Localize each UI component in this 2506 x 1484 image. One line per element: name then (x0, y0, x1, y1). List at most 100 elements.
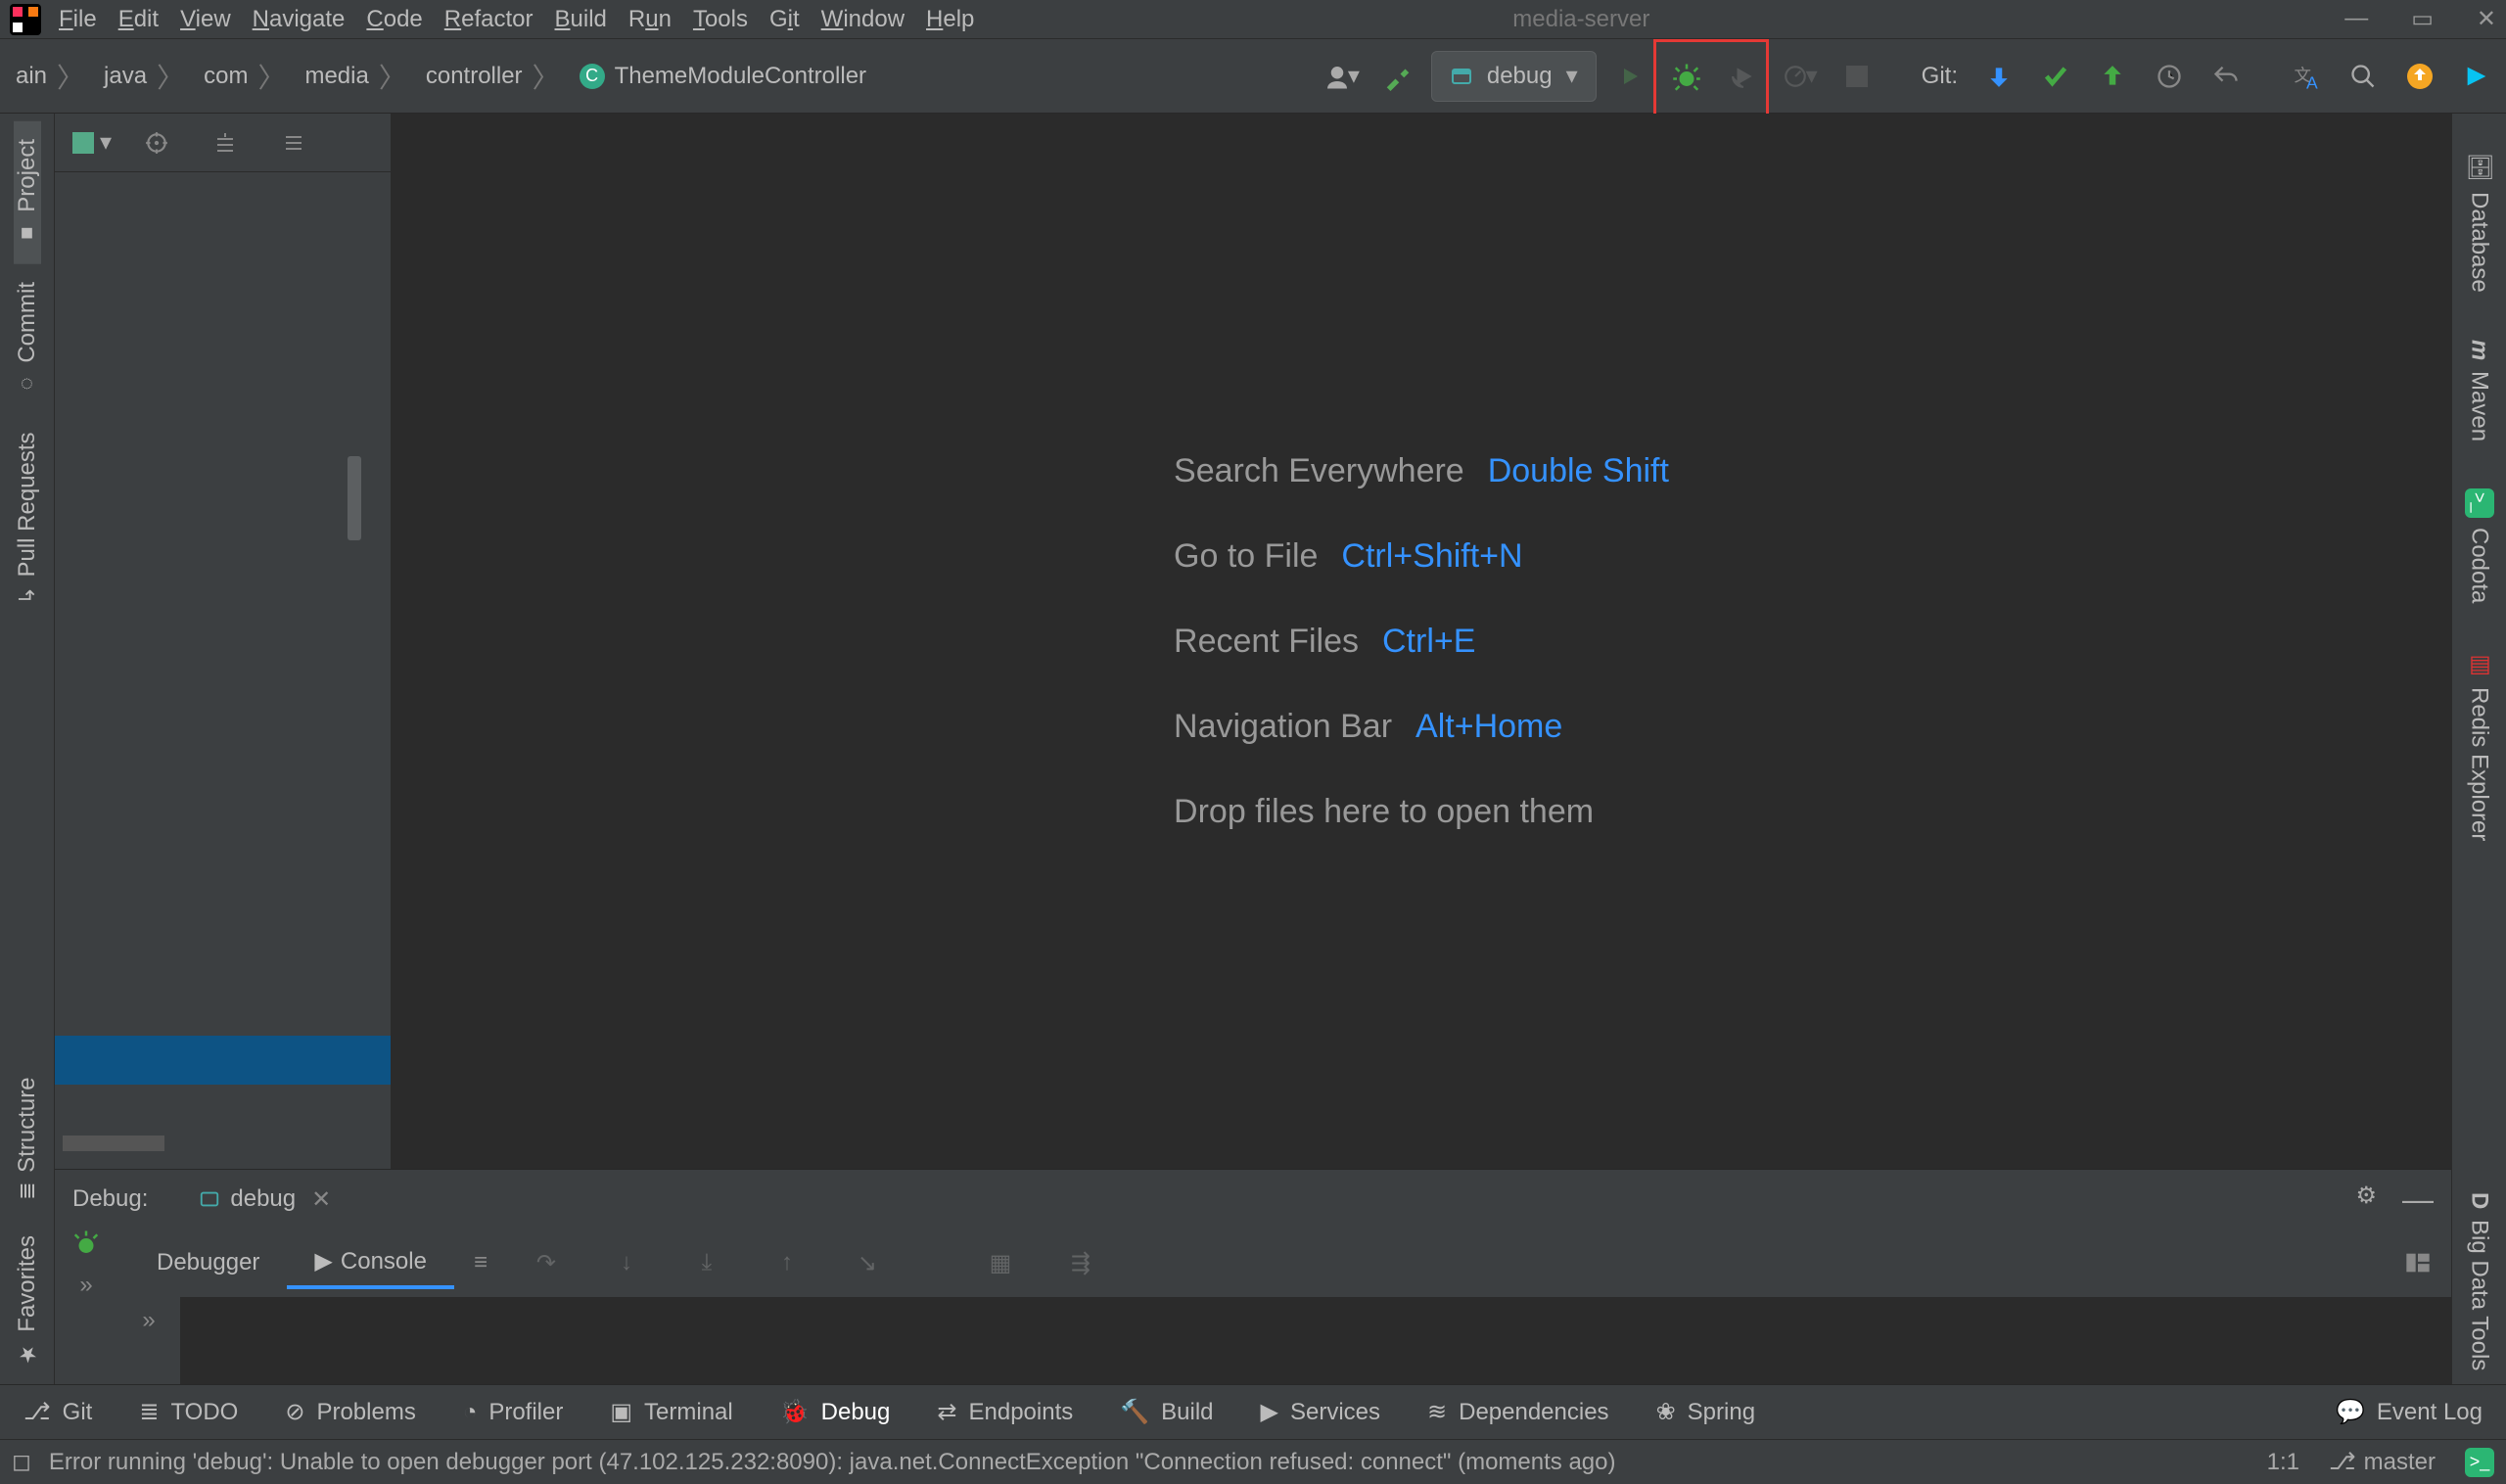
debug-tool-window: Debug: debug ✕ ⚙ — » Debugge (55, 1169, 2451, 1384)
debug-settings-icon[interactable]: ⚙ (2355, 1182, 2377, 1218)
evaluate-icon[interactable]: ▦ (977, 1239, 1024, 1286)
database-tool-tab[interactable]: 🗄Database (2466, 139, 2493, 306)
git-history-icon[interactable] (2146, 53, 2193, 100)
menu-tools[interactable]: Tools (693, 6, 748, 33)
navigation-toolbar: ain〉 java〉 com〉 media〉 controller〉 CThem… (0, 39, 2506, 114)
status-toggle-icon[interactable]: ◻ (12, 1448, 31, 1476)
git-branch-widget[interactable]: ⎇master (2329, 1448, 2436, 1476)
threads-icon[interactable]: ≡ (474, 1249, 487, 1276)
git-rollback-icon[interactable] (2203, 53, 2250, 100)
minimize-button[interactable]: — (2344, 5, 2368, 33)
run-to-cursor-icon[interactable]: ↘ (844, 1239, 891, 1286)
git-push-icon[interactable] (2089, 53, 2136, 100)
git-commit-icon[interactable] (2032, 53, 2079, 100)
maven-tool-tab[interactable]: mMaven (2466, 326, 2493, 454)
terminal-widget-icon[interactable]: >_ (2465, 1448, 2494, 1477)
step-out-icon[interactable]: ↑ (764, 1239, 811, 1286)
debug-hide-icon[interactable]: — (2402, 1182, 2434, 1218)
debug-session-tab[interactable]: debug ✕ (183, 1180, 347, 1220)
menu-navigate[interactable]: Navigate (253, 6, 346, 33)
step-into-icon[interactable]: ↓ (603, 1239, 650, 1286)
maximize-button[interactable]: ▭ (2411, 5, 2434, 33)
menu-refactor[interactable]: Refactor (444, 6, 534, 33)
layout-icon[interactable] (2404, 1249, 2432, 1276)
terminal-tool-tab[interactable]: ▣Terminal (610, 1398, 732, 1426)
big-data-tool-tab[interactable]: DBig Data Tools (2466, 1179, 2493, 1384)
terminal-icon: ▣ (610, 1398, 632, 1426)
force-step-into-icon[interactable]: ⤓ (683, 1239, 730, 1286)
breadcrumb-item[interactable]: media〉 (295, 57, 415, 96)
menu-run[interactable]: Run (628, 6, 672, 33)
translate-icon[interactable]: 文A (2283, 53, 2330, 100)
git-update-icon[interactable] (1975, 53, 2022, 100)
project-tool-tab[interactable]: ■Project (14, 121, 41, 264)
codota-tool-tab[interactable]: >_Codota (2465, 475, 2494, 617)
run-with-coverage-button[interactable] (1720, 53, 1767, 100)
console-tab[interactable]: ▶Console (287, 1237, 454, 1289)
project-view-select[interactable]: ▾ (72, 128, 112, 157)
pull-requests-tool-tab[interactable]: ↳Pull Requests (14, 414, 41, 623)
run-button[interactable] (1606, 53, 1653, 100)
debug-session-label: debug (230, 1185, 296, 1213)
collapse-all-icon[interactable] (270, 119, 317, 166)
caret-position[interactable]: 1:1 (2267, 1449, 2299, 1476)
database-icon: 🗄 (2466, 153, 2493, 182)
debug-button[interactable] (1663, 53, 1710, 100)
debug-tool-tab[interactable]: 🐞Debug (780, 1398, 891, 1426)
close-tab-icon[interactable]: ✕ (311, 1185, 331, 1214)
git-tool-tab[interactable]: ⎇Git (23, 1398, 92, 1426)
console-output[interactable] (180, 1297, 2451, 1384)
endpoints-tool-tab[interactable]: ⇄Endpoints (937, 1398, 1073, 1426)
menu-file[interactable]: File (59, 6, 97, 33)
locate-icon[interactable] (133, 119, 180, 166)
selected-tree-row[interactable] (55, 1036, 391, 1085)
ide-update-icon[interactable] (2396, 53, 2443, 100)
breadcrumb-item[interactable]: controller〉 (416, 57, 570, 96)
code-with-me-icon[interactable]: ▾ (1318, 53, 1365, 100)
status-message[interactable]: Error running 'debug': Unable to open de… (49, 1449, 2250, 1476)
rerun-debug-icon[interactable] (71, 1229, 101, 1258)
stop-button[interactable] (1833, 53, 1880, 100)
play-icon: ▶ (1261, 1398, 1278, 1426)
spring-tool-tab[interactable]: ❀Spring (1656, 1398, 1755, 1426)
more-icon[interactable]: » (79, 1272, 92, 1299)
trace-icon[interactable]: ⇶ (1057, 1239, 1104, 1286)
favorites-tool-tab[interactable]: ★Favorites (14, 1218, 41, 1384)
dependencies-tool-tab[interactable]: ≋Dependencies (1427, 1398, 1609, 1426)
run-configuration-select[interactable]: debug ▾ (1431, 51, 1597, 102)
search-everywhere-icon[interactable] (2340, 53, 2387, 100)
jetbrains-toolbox-icon[interactable] (2453, 53, 2500, 100)
breadcrumb-item[interactable]: CThemeModuleController (570, 63, 876, 90)
breadcrumb-item[interactable]: com〉 (194, 57, 295, 96)
debugger-tab[interactable]: Debugger (129, 1239, 287, 1286)
hint-shortcut: Double Shift (1488, 452, 1669, 490)
todo-tool-tab[interactable]: ≣TODO (139, 1398, 238, 1426)
more-icon[interactable]: » (142, 1307, 155, 1334)
hint-label: Search Everywhere (1174, 452, 1464, 490)
breadcrumb-item[interactable]: ain〉 (6, 57, 94, 96)
build-tool-tab[interactable]: 🔨Build (1120, 1398, 1213, 1426)
menu-view[interactable]: View (180, 6, 231, 33)
project-tree[interactable] (55, 172, 391, 1169)
commit-tool-tab[interactable]: ◌Commit (14, 264, 41, 415)
problems-tool-tab[interactable]: ⊘Problems (285, 1398, 415, 1426)
menu-code[interactable]: Code (366, 6, 422, 33)
services-tool-tab[interactable]: ▶Services (1261, 1398, 1381, 1426)
menu-edit[interactable]: Edit (118, 6, 159, 33)
horizontal-scrollbar[interactable] (63, 1136, 164, 1151)
expand-all-icon[interactable] (202, 119, 249, 166)
profiler-tool-tab[interactable]: ◔Profiler (463, 1399, 564, 1426)
build-hammer-icon[interactable] (1374, 53, 1421, 100)
scrollbar[interactable] (348, 456, 361, 540)
event-log-tab[interactable]: 💬Event Log (2336, 1398, 2483, 1426)
menu-build[interactable]: Build (555, 6, 607, 33)
menu-git[interactable]: Git (769, 6, 800, 33)
breadcrumb-item[interactable]: java〉 (94, 57, 194, 96)
star-icon: ★ (15, 1342, 40, 1367)
step-over-icon[interactable]: ↷ (523, 1239, 570, 1286)
close-button[interactable]: ✕ (2477, 5, 2496, 33)
redis-tool-tab[interactable]: ▤Redis Explorer (2466, 636, 2493, 855)
structure-tool-tab[interactable]: ≣Structure (14, 1059, 41, 1218)
profile-button[interactable]: ▾ (1777, 53, 1824, 100)
class-icon: C (580, 64, 605, 89)
